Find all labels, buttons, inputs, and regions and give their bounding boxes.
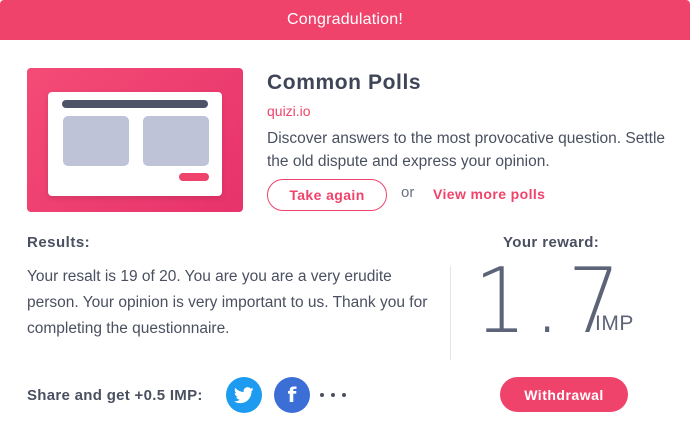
twitter-icon: [234, 386, 254, 403]
thumbnail-window: [48, 92, 222, 196]
facebook-icon: f: [287, 383, 297, 407]
or-separator: or: [401, 184, 415, 201]
dot: [320, 393, 324, 397]
poll-thumbnail: [27, 68, 243, 212]
poll-title: Common Polls: [267, 71, 422, 94]
share-label: Share and get +0.5 IMP:: [27, 387, 203, 404]
poll-description: Discover answers to the most provocative…: [267, 130, 666, 170]
facebook-share-button[interactable]: f: [274, 377, 310, 413]
thumbnail-button-pill: [179, 173, 209, 181]
poll-site-link[interactable]: quizi.io: [267, 103, 311, 119]
twitter-share-button[interactable]: [226, 377, 262, 413]
dot: [331, 393, 335, 397]
reward-unit: IMP: [595, 312, 634, 335]
vertical-divider: [450, 266, 451, 360]
take-again-button[interactable]: Take again: [267, 179, 387, 211]
congratulation-banner: Congradulation!: [0, 0, 690, 40]
view-more-polls-link[interactable]: View more polls: [433, 186, 545, 202]
thumbnail-block-left: [63, 116, 129, 166]
results-heading: Results:: [27, 234, 91, 251]
dot: [342, 393, 346, 397]
more-icon[interactable]: [320, 384, 346, 406]
thumbnail-header-bar: [62, 100, 208, 108]
thumbnail-block-right: [143, 116, 209, 166]
congratulation-card: Congradulation! Common Polls quizi.io Di…: [0, 0, 690, 440]
results-text: Your resalt is 19 of 20. You are you are…: [27, 268, 428, 337]
withdrawal-button[interactable]: Withdrawal: [500, 377, 628, 412]
reward-value: 1.7: [474, 249, 628, 354]
